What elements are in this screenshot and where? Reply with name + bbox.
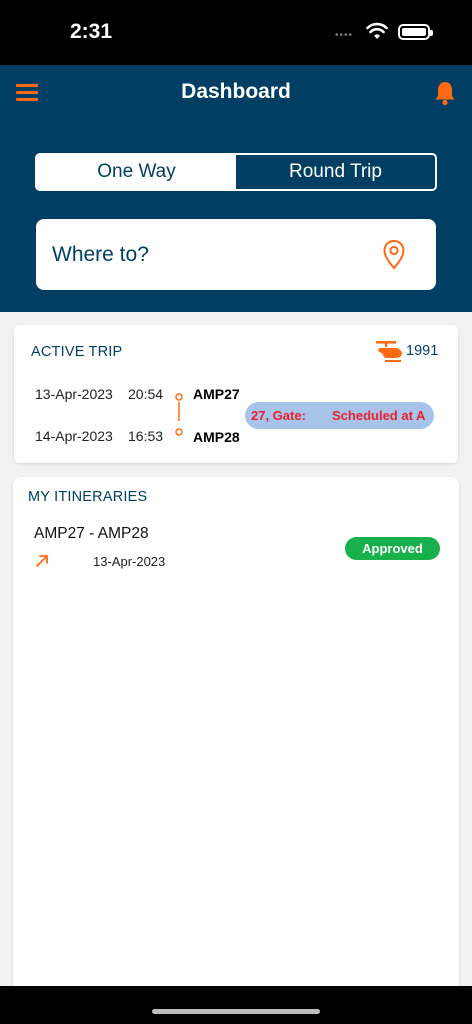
status-bar: 2:31 •••• <box>0 0 472 65</box>
scheduled-text: Scheduled at A <box>332 408 426 423</box>
itinerary-date: 13-Apr-2023 <box>93 554 166 569</box>
departure-date: 13-Apr-2023 <box>35 386 113 402</box>
arrival-date: 14-Apr-2023 <box>35 428 113 444</box>
flight-number: 1991 <box>406 343 439 359</box>
departure-code: AMP27 <box>193 386 240 402</box>
active-trip-card[interactable]: ACTIVE TRIP 1991 13-Apr-2023 20:54 AMP27… <box>14 325 458 463</box>
status-badge: Approved <box>345 537 440 560</box>
route-connector-icon <box>175 393 183 436</box>
round-trip-tab[interactable]: Round Trip <box>236 155 435 189</box>
arrival-time: 16:53 <box>128 428 164 444</box>
signal-icon: •••• <box>335 30 354 41</box>
arrow-up-right-icon <box>36 555 48 567</box>
home-bar <box>0 986 472 1024</box>
page-title: Dashboard <box>181 80 291 103</box>
trip-type-toggle: One Way Round Trip <box>35 153 437 191</box>
active-trip-title: ACTIVE TRIP <box>31 344 123 360</box>
destination-search[interactable]: Where to? <box>36 219 436 290</box>
bell-icon[interactable] <box>433 80 457 106</box>
wifi-icon <box>366 22 388 39</box>
one-way-tab[interactable]: One Way <box>37 155 236 189</box>
home-indicator[interactable] <box>152 1009 320 1014</box>
status-time: 2:31 <box>70 20 113 43</box>
search-placeholder: Where to? <box>52 243 149 266</box>
battery-icon <box>398 24 433 40</box>
itinerary-route: AMP27 - AMP28 <box>34 525 149 542</box>
map-pin-icon[interactable] <box>382 239 406 271</box>
itineraries-title: MY ITINERARIES <box>28 489 148 505</box>
itineraries-card: MY ITINERARIES AMP27 - AMP28 13-Apr-2023… <box>13 477 459 997</box>
departure-time: 20:54 <box>128 386 164 402</box>
gate-text: 27, Gate: <box>251 408 306 423</box>
trip-status-pill: 27, Gate: Scheduled at A <box>245 402 434 429</box>
helicopter-icon <box>376 341 402 362</box>
arrival-code: AMP28 <box>193 429 240 445</box>
